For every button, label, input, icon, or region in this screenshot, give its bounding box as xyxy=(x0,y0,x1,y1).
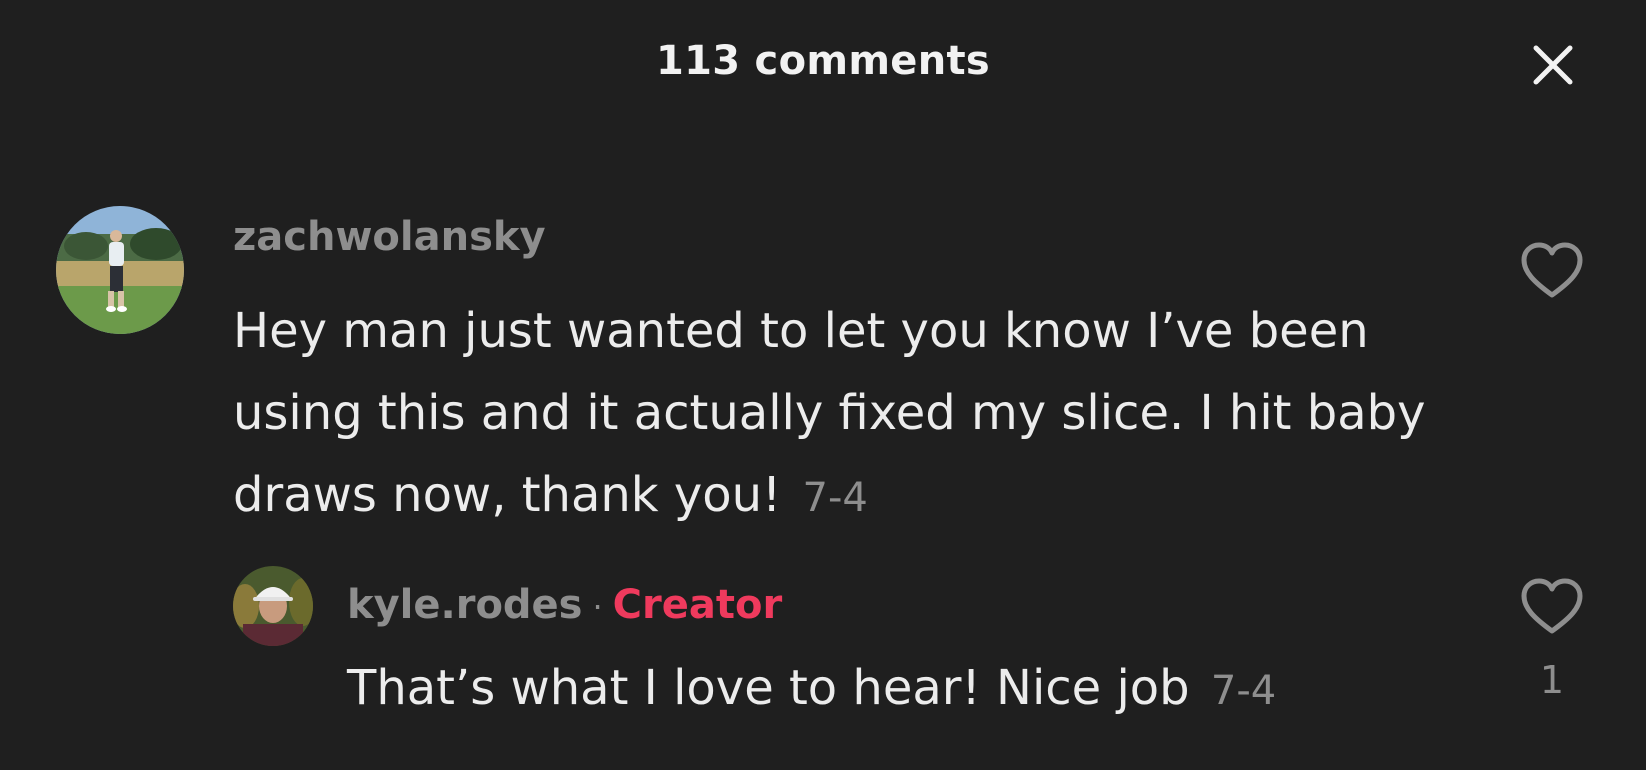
comment-text: Hey man just wanted to let you know I’ve… xyxy=(233,290,1433,539)
close-button[interactable] xyxy=(1528,40,1578,90)
reply-body: That’s what I love to hear! Nice job xyxy=(347,660,1190,716)
golfer-avatar xyxy=(56,206,184,334)
comments-panel: 113 comments zachwolansky Hey man just w… xyxy=(0,0,1646,770)
reply-like-count: 1 xyxy=(1539,658,1565,702)
commenter-username[interactable]: zachwolansky xyxy=(233,214,546,260)
reply-like-button[interactable] xyxy=(1517,572,1587,642)
reply-text: That’s what I love to hear! Nice job 7-4 xyxy=(347,660,1276,716)
reply-meta: kyle.rodes · Creator xyxy=(347,582,782,628)
commenter-avatar[interactable] xyxy=(56,206,184,334)
close-icon xyxy=(1533,45,1573,85)
heart-outline-icon xyxy=(1521,242,1583,298)
creator-badge: Creator xyxy=(612,582,783,628)
meta-separator: · xyxy=(592,588,603,626)
comment-timestamp: 7-4 xyxy=(802,475,868,521)
creator-avatar xyxy=(233,566,313,646)
reply-avatar[interactable] xyxy=(233,566,313,646)
reply-username[interactable]: kyle.rodes xyxy=(347,582,583,628)
comment-like-button[interactable] xyxy=(1517,236,1587,306)
comments-count-title: 113 comments xyxy=(655,38,991,84)
reply-timestamp: 7-4 xyxy=(1210,668,1277,714)
heart-outline-icon xyxy=(1521,578,1583,634)
